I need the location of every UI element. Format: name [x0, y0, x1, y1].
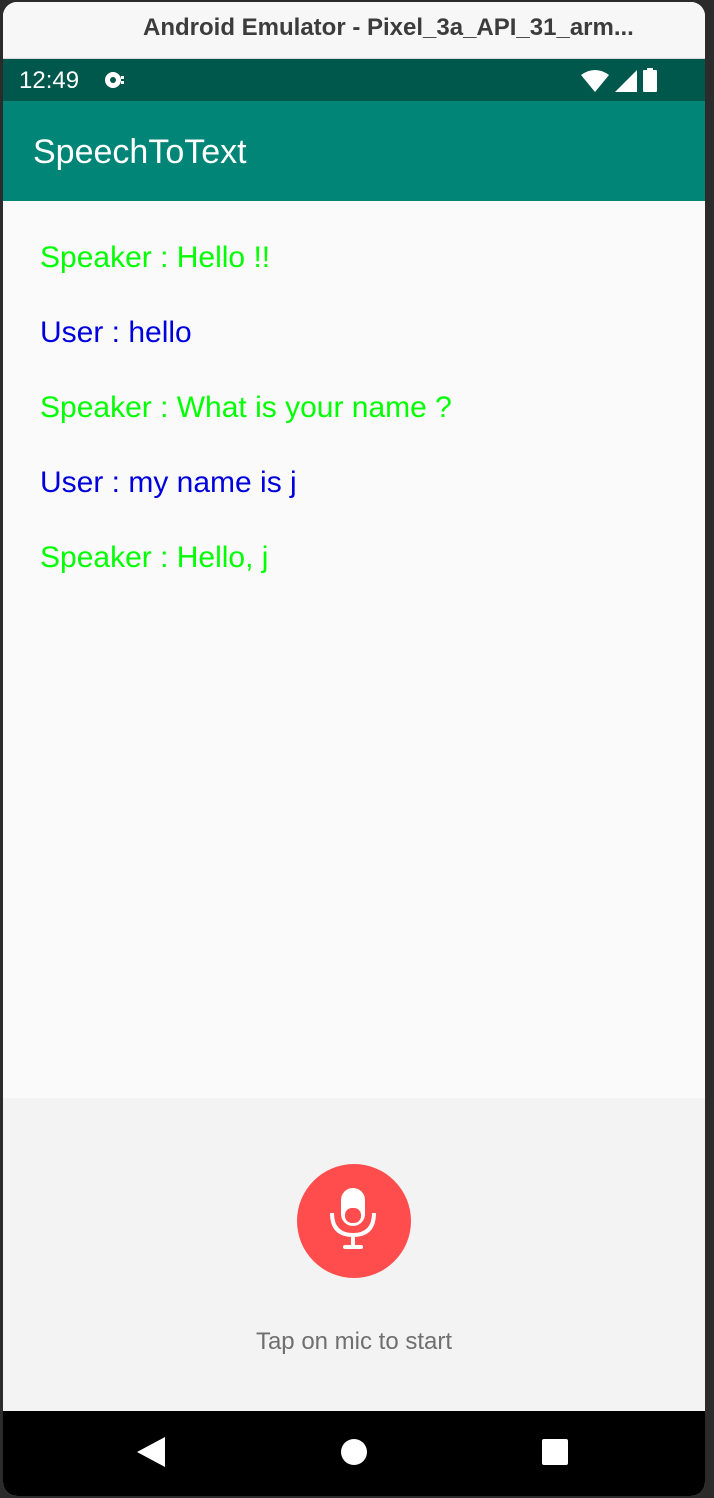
- mic-panel: Tap on mic to start: [3, 1098, 705, 1411]
- home-icon[interactable]: [340, 1437, 368, 1472]
- cast-icon: [102, 70, 128, 95]
- speaker-message: Speaker : Hello, j: [40, 541, 269, 574]
- window-title: Android Emulator - Pixel_3a_API_31_arm..…: [143, 14, 634, 41]
- emulator-title-bar: Android Emulator - Pixel_3a_API_31_arm..…: [3, 2, 705, 59]
- speaker-message: Speaker : What is your name ?: [40, 391, 452, 424]
- status-bar: 12:49: [3, 59, 705, 101]
- app-title: SpeechToText: [33, 133, 247, 171]
- wifi-icon: [581, 70, 609, 97]
- cellular-signal-icon: [615, 70, 637, 97]
- battery-icon: [643, 68, 657, 97]
- microphone-icon: [330, 1188, 376, 1249]
- mic-hint: Tap on mic to start: [255, 1328, 453, 1355]
- back-icon[interactable]: [137, 1437, 165, 1472]
- emulator-window: Android Emulator - Pixel_3a_API_31_arm..…: [3, 2, 705, 1496]
- conversation-area: Speaker : Hello !! User : hello Speaker …: [3, 201, 705, 1098]
- app-bar: SpeechToText: [3, 101, 705, 201]
- recents-icon[interactable]: [541, 1437, 569, 1472]
- navigation-bar: [3, 1411, 705, 1496]
- user-message: User : hello: [40, 316, 192, 349]
- status-time: 12:49: [19, 67, 80, 94]
- status-icons: [581, 68, 657, 97]
- user-message: User : my name is j: [40, 466, 297, 499]
- speaker-message: Speaker : Hello !!: [40, 241, 271, 274]
- mic-button[interactable]: [297, 1164, 411, 1278]
